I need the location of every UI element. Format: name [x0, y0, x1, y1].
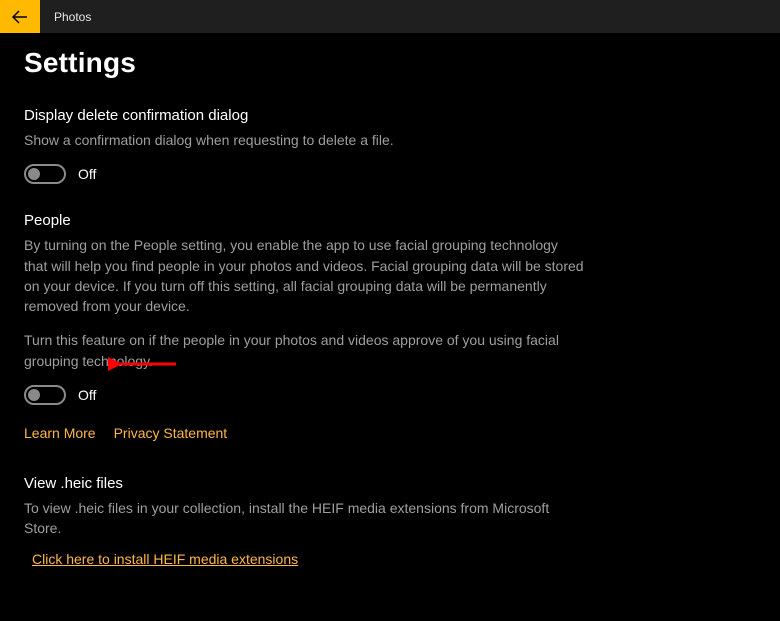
delete-confirm-toggle[interactable]	[24, 164, 66, 184]
toggle-knob-icon	[28, 389, 40, 401]
toggle-knob-icon	[28, 168, 40, 180]
titlebar: Photos	[0, 0, 780, 33]
people-toggle-row: Off	[24, 385, 756, 405]
people-toggle-state: Off	[78, 387, 96, 403]
privacy-statement-link[interactable]: Privacy Statement	[114, 425, 228, 441]
people-toggle[interactable]	[24, 385, 66, 405]
page-title: Settings	[24, 47, 756, 79]
heic-install-link[interactable]: Click here to install HEIF media extensi…	[32, 551, 298, 567]
delete-confirm-title: Display delete confirmation dialog	[24, 107, 756, 124]
people-desc-2: Turn this feature on if the people in yo…	[24, 330, 584, 371]
back-arrow-icon	[12, 10, 28, 24]
people-links: Learn More Privacy Statement	[24, 425, 756, 441]
heic-desc: To view .heic files in your collection, …	[24, 498, 584, 539]
delete-confirm-toggle-state: Off	[78, 166, 96, 182]
section-people: People By turning on the People setting,…	[24, 212, 756, 441]
people-title: People	[24, 212, 756, 229]
section-heic: View .heic files To view .heic files in …	[24, 475, 756, 569]
heic-title: View .heic files	[24, 475, 756, 492]
back-button[interactable]	[0, 0, 40, 33]
learn-more-link[interactable]: Learn More	[24, 425, 96, 441]
section-delete-confirm: Display delete confirmation dialog Show …	[24, 107, 756, 184]
delete-confirm-desc: Show a confirmation dialog when requesti…	[24, 130, 584, 150]
content-area: Settings Display delete confirmation dia…	[0, 47, 780, 621]
people-desc-1: By turning on the People setting, you en…	[24, 235, 584, 316]
delete-confirm-toggle-row: Off	[24, 164, 756, 184]
app-title: Photos	[54, 10, 91, 24]
